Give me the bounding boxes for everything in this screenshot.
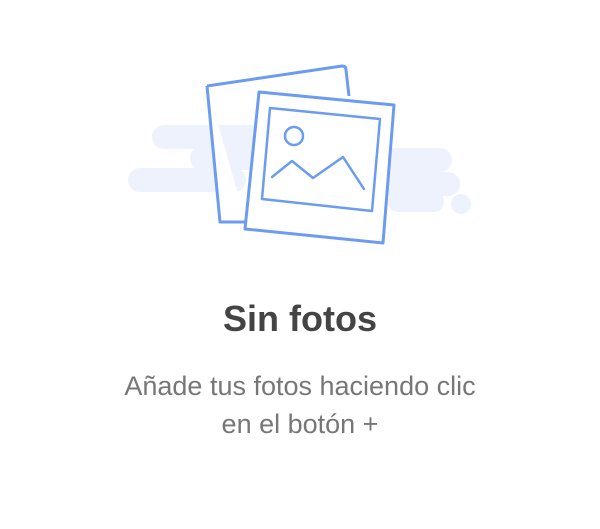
front-photo <box>243 90 396 245</box>
empty-state-title: Sin fotos <box>223 298 377 339</box>
empty-state: Sin fotos Añade tus fotos haciendo clic … <box>0 0 600 529</box>
empty-state-message-line-2: en el botón + <box>221 409 379 439</box>
photos-stack-icon <box>128 64 471 245</box>
empty-state-message: Añade tus fotos haciendo clic en el botó… <box>0 367 600 443</box>
empty-state-message-line-1: Añade tus fotos haciendo clic <box>124 371 476 401</box>
